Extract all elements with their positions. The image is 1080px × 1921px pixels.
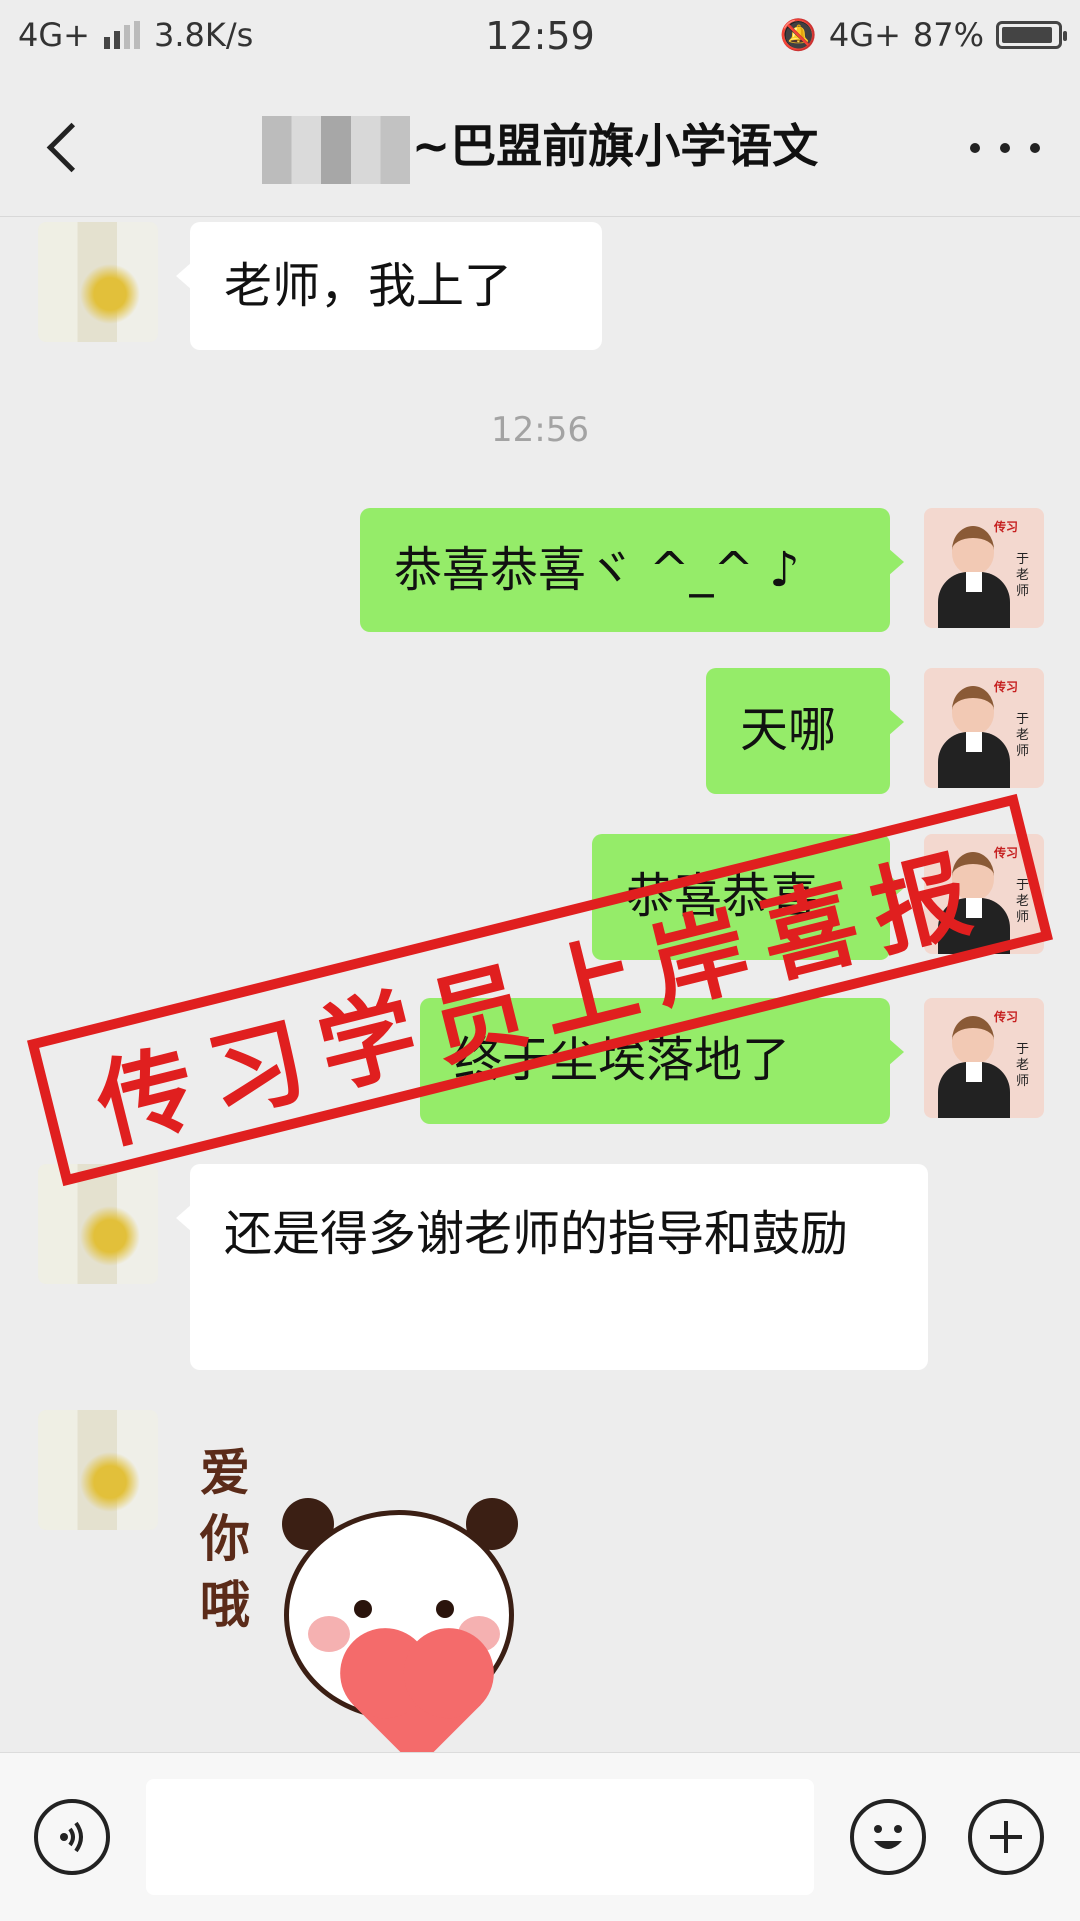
- avatar-shirt: [966, 1062, 982, 1082]
- avatar-name: 于老师: [1016, 552, 1030, 599]
- input-bar: [0, 1752, 1080, 1921]
- panda-eye-right: [436, 1600, 454, 1618]
- chat-header: ~巴盟前旗小学语文: [0, 80, 1080, 217]
- message-input[interactable]: [146, 1779, 814, 1895]
- battery-icon: [996, 21, 1067, 49]
- network-type-right: 4G+: [828, 16, 901, 54]
- status-right: 🔕 4G+ 87%: [779, 16, 1067, 54]
- avatar-head: [952, 526, 994, 574]
- chat-timestamp: 12:56: [491, 410, 589, 450]
- avatar-shirt: [966, 732, 982, 752]
- avatar-tag: 传习: [994, 1010, 1019, 1024]
- message-text: 还是得多谢老师的指导和鼓励: [224, 1206, 849, 1262]
- message-bubble[interactable]: 恭喜恭喜ヾ ^_^ ♪: [360, 508, 904, 632]
- message-bubble[interactable]: 还是得多谢老师的指导和鼓励: [176, 1164, 928, 1370]
- more-icon[interactable]: [970, 136, 1040, 160]
- battery-percent: 87%: [912, 16, 984, 54]
- contact-avatar[interactable]: [38, 222, 158, 342]
- chat-title-text: ~巴盟前旗小学语文: [411, 119, 819, 173]
- teacher-avatar[interactable]: 传习 于老师: [924, 668, 1044, 788]
- mute-bell-icon: 🔕: [779, 17, 817, 53]
- message-bubble[interactable]: 老师，我上了: [176, 222, 602, 350]
- blurred-name: [261, 115, 410, 184]
- teacher-avatar[interactable]: 传习 于老师: [924, 998, 1044, 1118]
- teacher-avatar[interactable]: 传习 于老师: [924, 508, 1044, 628]
- message-bubble[interactable]: 天哪: [706, 668, 904, 794]
- avatar-shirt: [966, 572, 982, 592]
- avatar-head: [952, 1016, 994, 1064]
- avatar-name: 于老师: [1016, 1042, 1030, 1089]
- panda-blush-left: [308, 1616, 350, 1652]
- add-icon[interactable]: [968, 1799, 1044, 1875]
- sticker-text: 爱你哦: [200, 1444, 250, 1634]
- status-bar: 4G+ 3.8K/s 12:59 🔕 4G+ 87%: [0, 0, 1080, 80]
- avatar-head: [952, 686, 994, 734]
- avatar-tag: 传习: [994, 680, 1019, 694]
- heart-icon: [353, 1641, 481, 1769]
- message-text: 恭喜恭喜ヾ ^_^ ♪: [394, 542, 800, 598]
- message-text: 老师，我上了: [224, 258, 513, 314]
- sticker-panda[interactable]: 爱你哦: [196, 1440, 536, 1769]
- avatar-tag: 传习: [994, 520, 1019, 534]
- promo-stamp: 传习学员上岸喜报: [27, 793, 1053, 1187]
- chat-title: ~巴盟前旗小学语文: [0, 110, 1080, 184]
- emoji-icon[interactable]: [850, 1799, 926, 1875]
- message-text: 天哪: [740, 702, 837, 758]
- contact-avatar[interactable]: [38, 1410, 158, 1530]
- panda-eye-left: [354, 1600, 372, 1618]
- avatar-name: 于老师: [1016, 712, 1030, 759]
- contact-avatar[interactable]: [38, 1164, 158, 1284]
- voice-icon[interactable]: [34, 1799, 110, 1875]
